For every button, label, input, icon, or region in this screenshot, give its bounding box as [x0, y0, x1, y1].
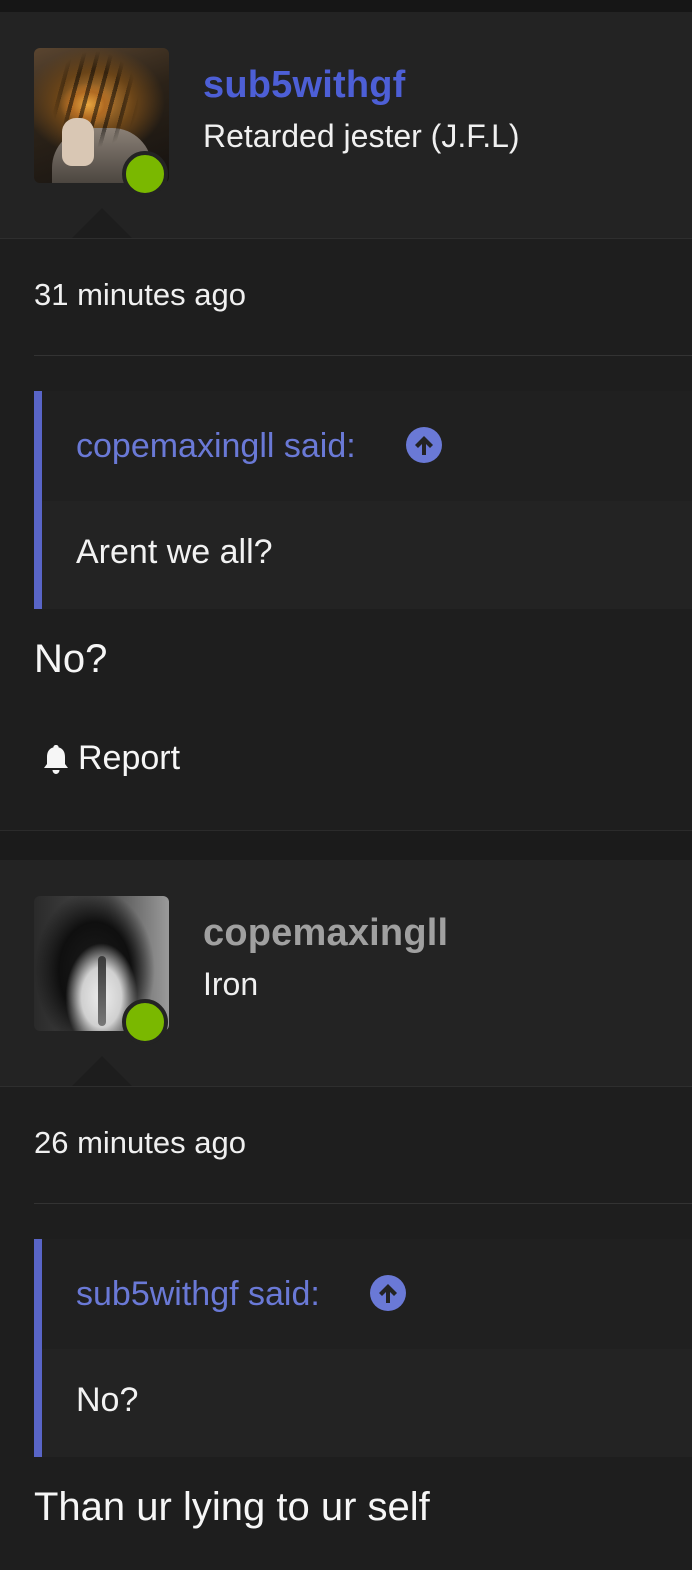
quote-block: copemaxingll said: Arent we all?: [34, 391, 692, 609]
online-status-icon: [122, 151, 168, 197]
online-status-icon: [122, 999, 168, 1045]
header-pointer: [72, 208, 132, 238]
quote-header: sub5withgf said:: [42, 1239, 692, 1349]
quote-author-link[interactable]: copemaxingll said:: [76, 427, 356, 466]
post-header: sub5withgf Retarded jester (J.F.L): [0, 12, 692, 239]
report-label: Report: [78, 739, 181, 777]
reply-text: No?: [34, 637, 108, 681]
avatar-hand-shape: [62, 118, 94, 166]
post-timestamp[interactable]: 31 minutes ago: [34, 277, 246, 313]
post-timestamp[interactable]: 26 minutes ago: [34, 1125, 246, 1161]
reply-text: Than ur lying to ur self: [34, 1485, 430, 1529]
quote-block: sub5withgf said: No?: [34, 1239, 692, 1457]
avatar-beak-shape: [98, 956, 106, 1026]
username-link[interactable]: sub5withgf: [203, 64, 406, 107]
header-pointer: [72, 1056, 132, 1086]
top-bar: [0, 0, 692, 12]
post-body: 26 minutes ago sub5withgf said: No? Than…: [0, 1087, 692, 1570]
post: copemaxingll Iron 26 minutes ago sub5wit…: [0, 860, 692, 1570]
post-header: copemaxingll Iron: [0, 860, 692, 1087]
avatar[interactable]: [34, 48, 169, 197]
divider: [34, 1203, 692, 1204]
post: sub5withgf Retarded jester (J.F.L) 31 mi…: [0, 12, 692, 831]
username-link[interactable]: copemaxingll: [203, 912, 448, 955]
report-button[interactable]: Report: [38, 739, 180, 778]
quote-author-link[interactable]: sub5withgf said:: [76, 1275, 320, 1314]
user-title: Iron: [203, 966, 259, 1002]
bell-icon: [38, 741, 74, 777]
quote-header: copemaxingll said:: [42, 391, 692, 501]
quote-text: Arent we all?: [76, 533, 273, 571]
arrow-up-circle-icon[interactable]: [370, 1275, 406, 1311]
divider: [34, 355, 692, 356]
user-title: Retarded jester (J.F.L): [203, 118, 520, 154]
avatar[interactable]: [34, 896, 169, 1045]
thread-page: sub5withgf Retarded jester (J.F.L) 31 mi…: [0, 0, 692, 1570]
arrow-up-circle-icon[interactable]: [406, 427, 442, 463]
quote-text: No?: [76, 1381, 139, 1419]
post-body: 31 minutes ago copemaxingll said: Arent …: [0, 239, 692, 831]
post-separator: [0, 830, 692, 862]
